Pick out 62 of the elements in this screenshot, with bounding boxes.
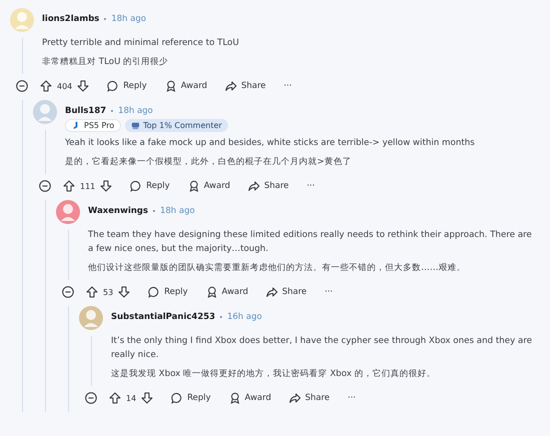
username[interactable]: lions2lambs xyxy=(42,14,100,24)
ribbon-icon xyxy=(164,80,177,92)
timestamp: 18h ago xyxy=(111,14,146,24)
username[interactable]: SubstantialPanic4253 xyxy=(111,312,216,322)
speech-bubble-icon xyxy=(148,286,160,298)
share-icon xyxy=(248,180,260,192)
reply-button[interactable]: Reply xyxy=(171,392,211,404)
speech-bubble-icon xyxy=(171,392,184,404)
award-button[interactable]: Award xyxy=(188,180,230,192)
comment-text: 非常糟糕且对 TLoU 的引用很少 xyxy=(42,56,170,69)
timestamp: 18h ago xyxy=(118,106,153,116)
username[interactable]: Waxenwings xyxy=(88,206,148,216)
upvote-icon[interactable] xyxy=(109,392,121,404)
ribbon-icon xyxy=(206,286,218,298)
upvote-icon[interactable] xyxy=(40,80,52,92)
upvote-icon[interactable] xyxy=(86,286,98,298)
speech-bubble-icon xyxy=(107,80,120,92)
more-button[interactable]: ··· xyxy=(348,393,356,403)
share-button[interactable]: Share xyxy=(266,286,307,298)
comment-text: The team they have designing these limited editions really needs to rethink their approach. There are a few nice ones, but the majority…tough. xyxy=(88,229,533,256)
collapse-icon[interactable] xyxy=(85,392,97,404)
comment-text: It’s the only thing I find Xbox does better, I have the cypher see through Xbox ones and they are really nice. xyxy=(111,335,533,362)
comment-text: Pretty terrible and minimal reference to TLoU xyxy=(42,37,240,50)
reply-button[interactable]: Reply xyxy=(130,180,170,192)
reply-button[interactable]: Reply xyxy=(148,286,188,298)
timestamp: 18h ago xyxy=(160,206,195,216)
comment-text: Yeah it looks like a fake mock up and besides, white sticks are terrible-> yellow within months xyxy=(65,137,476,150)
timestamp: 16h ago xyxy=(227,312,262,322)
award-button[interactable]: Award xyxy=(228,392,272,404)
share-button[interactable]: Share xyxy=(225,80,266,92)
collapse-icon[interactable] xyxy=(39,180,51,192)
downvote-icon[interactable] xyxy=(100,180,112,192)
collapse-icon[interactable] xyxy=(16,80,28,92)
more-button[interactable]: ··· xyxy=(324,287,333,297)
share-icon xyxy=(289,392,302,404)
user-badge: Top 1% Commenter xyxy=(125,119,228,132)
upvote-icon[interactable] xyxy=(63,180,75,192)
comment-text: 他们设计这些限量版的团队确实需要重新考虑他们的方法。有一些不错的，但大多数……艰难。 xyxy=(88,262,466,275)
more-button[interactable]: ··· xyxy=(284,81,292,91)
downvote-icon[interactable] xyxy=(118,286,130,298)
vote-count: 14 xyxy=(126,394,136,402)
ribbon-icon xyxy=(188,180,200,192)
share-button[interactable]: Share xyxy=(248,180,289,192)
user-badge: PS5 Pro xyxy=(65,119,122,132)
downvote-icon[interactable] xyxy=(77,80,90,92)
vote-count: 404 xyxy=(57,82,72,90)
award-button[interactable]: Award xyxy=(164,80,208,92)
vote-count: 111 xyxy=(80,182,96,190)
award-button[interactable]: Award xyxy=(206,286,248,298)
username[interactable]: Bulls187 xyxy=(65,106,106,116)
comment-text: 这是我发现 Xbox 唯一做得更好的地方，我让密码看穿 Xbox 的，它们真的很好。 xyxy=(111,368,436,381)
share-icon xyxy=(266,286,278,298)
downvote-icon[interactable] xyxy=(141,392,154,404)
ribbon-icon xyxy=(228,392,241,404)
vote-count: 53 xyxy=(103,288,114,296)
share-icon xyxy=(225,80,238,92)
comment-text: 是的，它看起来像一个假模型，此外，白色的棍子在几个月内就>黄色了 xyxy=(65,156,352,169)
collapse-icon[interactable] xyxy=(62,286,74,298)
speech-bubble-icon xyxy=(130,180,142,192)
more-button[interactable]: ··· xyxy=(306,181,315,191)
share-button[interactable]: Share xyxy=(289,392,330,404)
reply-button[interactable]: Reply xyxy=(107,80,147,92)
